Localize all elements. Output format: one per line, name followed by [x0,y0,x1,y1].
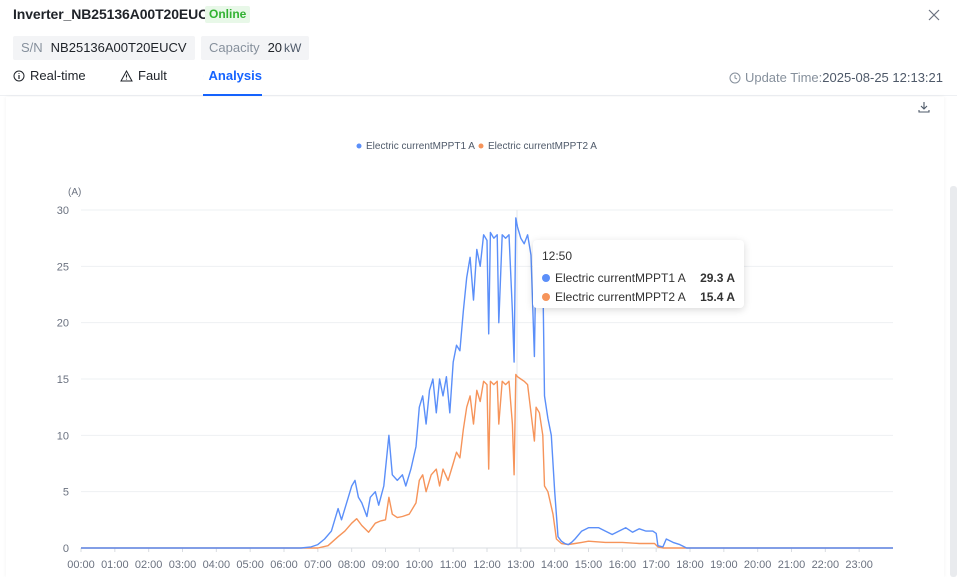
x-tick-label: 07:00 [304,559,332,571]
x-tick-label: 01:00 [101,559,129,571]
x-tick-label: 09:00 [372,559,400,571]
tooltip-dot-mppt1 [542,273,550,282]
x-tick-label: 20:00 [744,559,772,571]
x-tick-label: 16:00 [609,559,637,571]
x-tick-label: 03:00 [169,559,197,571]
x-tick-label: 22:00 [812,559,840,571]
x-tick-label: 13:00 [507,559,535,571]
legend-label-mppt2[interactable]: Electric currentMPPT2 A [488,141,597,152]
x-tick-label: 15:00 [575,559,603,571]
x-tick-label: 04:00 [203,559,231,571]
x-tick-label: 00:00 [67,559,95,571]
x-tick-label: 17:00 [642,559,670,571]
x-tick-label: 19:00 [710,559,738,571]
y-axis-ticks: 0 5 10 15 20 25 30 [57,205,69,555]
x-tick-label: 05:00 [236,559,264,571]
tooltip-row-mppt2: Electric currentMPPT2 A 15.4 A [542,287,735,306]
y-tick-label: 20 [57,318,69,330]
chart-legend: Electric currentMPPT1 A Electric current… [356,141,597,152]
y-tick-label: 0 [63,543,69,555]
tooltip-value-mppt1: 29.3 A [700,270,735,285]
y-tick-label: 30 [57,205,69,217]
x-tick-label: 10:00 [406,559,434,571]
legend-label-mppt1[interactable]: Electric currentMPPT1 A [366,141,475,152]
y-tick-label: 5 [63,487,69,499]
x-tick-label: 12:00 [473,559,501,571]
tooltip-name-mppt2: Electric currentMPPT2 A [555,289,686,304]
tooltip-name-mppt1: Electric currentMPPT1 A [555,270,686,285]
y-tick-label: 15 [57,374,69,386]
x-tick-label: 11:00 [440,559,467,571]
y-axis-label: (A) [68,187,81,198]
tooltip-time: 12:50 [542,249,573,263]
current-line-chart: Electric currentMPPT1 A Electric current… [57,141,893,571]
tooltip-value-mppt2: 15.4 A [700,289,735,304]
chart-tooltip: 12:50 Electric currentMPPT1 A 29.3 A Ele… [533,240,744,308]
x-tick-label: 18:00 [676,559,704,571]
legend-dot-mppt2 [478,143,484,149]
tooltip-row-mppt1: Electric currentMPPT1 A 29.3 A [542,268,735,287]
x-tick-label: 23:00 [845,559,873,571]
x-tick-label: 06:00 [270,559,298,571]
y-tick-label: 10 [57,430,69,442]
y-tick-label: 25 [57,261,69,273]
series-line-2 [81,373,893,549]
x-tick-label: 02:00 [135,559,163,571]
legend-dot-mppt1 [356,143,362,149]
x-tick-label: 08:00 [338,559,366,571]
x-axis-ticks: 00:00 01:00 02:00 03:00 04:00 05:00 06:00 07:00… [67,548,873,571]
series-line-1 [81,217,893,549]
x-tick-label: 21:00 [778,559,806,571]
tooltip-dot-mppt2 [542,292,550,301]
chart-series [81,217,893,549]
x-tick-label: 14:00 [541,559,569,571]
